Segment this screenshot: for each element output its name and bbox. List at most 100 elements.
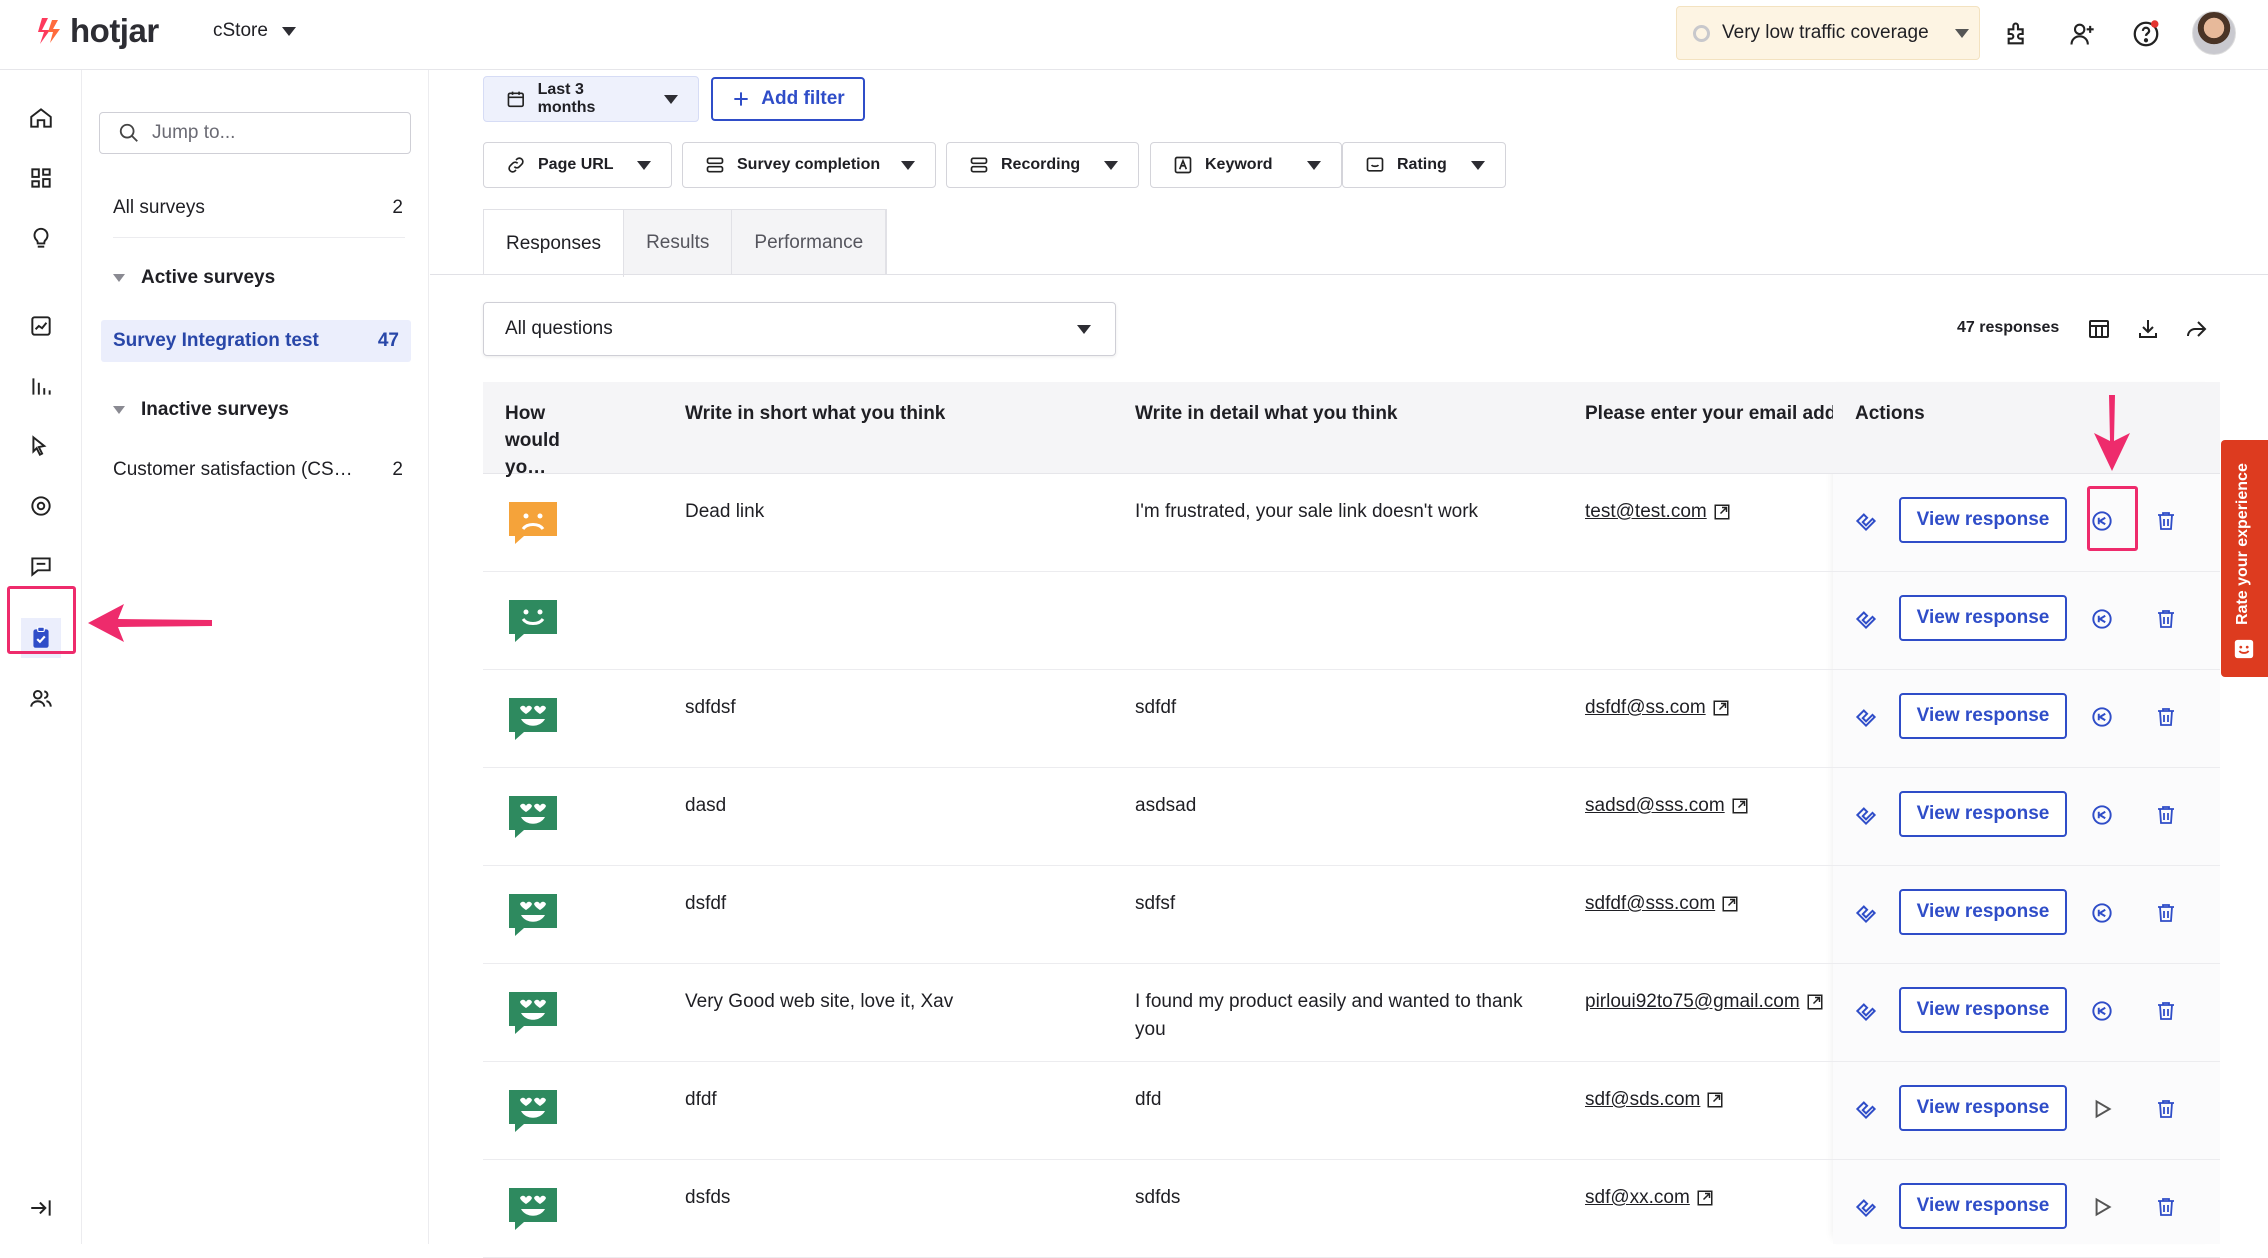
table-row[interactable]: dfdf dfd sdf@sds.com View response [483,1062,2220,1160]
rewatch-recording-icon[interactable] [2087,800,2117,830]
sidebar-item-all-surveys[interactable]: All surveys 2 [113,197,403,219]
table-row[interactable]: dasd asdsad sadsd@sss.com View response [483,768,2220,866]
tab-performance[interactable]: Performance [732,210,887,275]
highlight-response-icon[interactable] [1851,996,1881,1026]
table-row[interactable]: Very Good web site, love it, Xav I found … [483,964,2220,1062]
email-text: sadsd@sss.com [1585,795,1725,816]
view-response-button[interactable]: View response [1899,791,2067,837]
highlight-response-icon[interactable] [1851,1094,1881,1124]
view-tabs: Responses Results Performance [483,209,888,277]
add-filter-button[interactable]: Add filter [711,77,865,121]
play-recording-icon[interactable] [2087,1094,2117,1124]
rewatch-recording-icon[interactable] [2087,702,2117,732]
delete-icon[interactable] [2151,1192,2181,1222]
collapse-sidebar-icon[interactable] [21,1188,61,1228]
tab-responses[interactable]: Responses [484,210,625,277]
highlight-response-icon[interactable] [1851,800,1881,830]
delete-icon[interactable] [2151,800,2181,830]
email-link[interactable]: test@test.com [1585,498,1731,526]
feedback-icon[interactable] [21,546,61,586]
puzzle-icon[interactable] [2000,16,2036,52]
table-row[interactable]: dsfds sdfds sdf@xx.com View response [483,1160,2220,1258]
hotjar-logo[interactable]: hotjar [36,12,159,50]
keyword-filter[interactable]: Keyword [1150,142,1342,188]
home-icon[interactable] [21,98,61,138]
tab-results[interactable]: Results [624,210,733,275]
email-link[interactable]: sdf@sds.com [1585,1086,1724,1114]
add-user-icon[interactable] [2064,16,2100,52]
rating-face-icon [506,793,560,839]
rating-filter[interactable]: Rating [1342,142,1506,188]
help-icon[interactable] [2128,16,2164,52]
view-response-button[interactable]: View response [1899,693,2067,739]
jump-to-input[interactable]: Jump to... [99,112,411,154]
download-icon[interactable] [2133,314,2163,344]
table-row[interactable]: sdfdsf sdfdf dsfdf@ss.com View response [483,670,2220,768]
dashboard-icon[interactable] [21,158,61,198]
lightbulb-icon[interactable] [21,218,61,258]
view-response-button[interactable]: View response [1899,1183,2067,1229]
email-link[interactable]: sdf@xx.com [1585,1184,1714,1212]
email-link[interactable]: sdfdf@sss.com [1585,890,1739,918]
rating-face-icon [506,1185,560,1231]
trends-icon[interactable] [21,306,61,346]
surveys-sidebar: Jump to... All surveys 2 Active surveys … [83,70,429,1244]
view-response-button[interactable]: View response [1899,889,2067,935]
highlight-response-icon[interactable] [1851,702,1881,732]
external-link-icon [1714,504,1730,520]
external-link-icon [1707,1092,1723,1108]
highlight-response-icon[interactable] [1851,506,1881,536]
delete-icon[interactable] [2151,996,2181,1026]
highlight-response-icon[interactable] [1851,1192,1881,1222]
survey-completion-filter[interactable]: Survey completion [682,142,936,188]
email-link[interactable]: sadsd@sss.com [1585,792,1749,820]
table-row[interactable]: Dead link I'm frustrated, your sale link … [483,474,2220,572]
delete-icon[interactable] [2151,898,2181,928]
share-icon[interactable] [2181,314,2211,344]
arrow-annotation-icon [2094,395,2130,471]
traffic-label: Very low traffic coverage [1722,22,1929,43]
table-row[interactable]: View response [483,572,2220,670]
delete-icon[interactable] [2151,506,2181,536]
columns-icon[interactable] [2084,314,2114,344]
avatar[interactable] [2192,11,2236,55]
external-link-icon [1732,798,1748,814]
engage-icon[interactable] [21,486,61,526]
users-icon[interactable] [21,678,61,718]
recording-filter[interactable]: Recording [946,142,1139,188]
question-select[interactable]: All questions [483,302,1116,356]
recordings-icon[interactable] [21,426,61,466]
page-url-filter[interactable]: Page URL [483,142,672,188]
heatmaps-icon[interactable] [21,366,61,406]
view-response-button[interactable]: View response [1899,1085,2067,1131]
sidebar-item-label: Survey Integration test [113,330,319,351]
active-surveys-group[interactable]: Active surveys [113,267,275,289]
play-recording-icon[interactable] [2087,1192,2117,1222]
delete-icon[interactable] [2151,702,2181,732]
icon-rail [0,70,82,1244]
highlight-response-icon[interactable] [1851,604,1881,634]
chevron-down-icon [1954,28,1969,38]
email-link[interactable]: pirloui92to75@gmail.com [1585,988,1824,1016]
short-answer: dfdf [685,1089,717,1110]
rewatch-recording-icon[interactable] [2087,996,2117,1026]
email-link[interactable]: dsfdf@ss.com [1585,694,1730,722]
site-selector[interactable]: cStore [213,20,296,42]
delete-icon[interactable] [2151,604,2181,634]
traffic-coverage-dropdown[interactable]: Very low traffic coverage [1676,6,1980,60]
sidebar-item-customer-satisfaction[interactable]: Customer satisfaction (CS… 2 [113,459,403,481]
date-range-dropdown[interactable]: Last 3 months [483,76,699,122]
rewatch-recording-icon[interactable] [2087,898,2117,928]
rewatch-recording-icon[interactable] [2087,604,2117,634]
table-row[interactable]: dsfdf sdfsf sdfdf@sss.com View response [483,866,2220,964]
group-label: Active surveys [141,267,276,288]
jump-placeholder: Jump to... [152,122,236,143]
sidebar-item-survey-integration-test[interactable]: Survey Integration test 47 [101,320,411,362]
view-response-button[interactable]: View response [1899,987,2067,1033]
inactive-surveys-group[interactable]: Inactive surveys [113,399,289,421]
view-response-button[interactable]: View response [1899,497,2067,543]
view-response-button[interactable]: View response [1899,595,2067,641]
delete-icon[interactable] [2151,1094,2181,1124]
detail-answer: sdfsf [1135,893,1176,914]
highlight-response-icon[interactable] [1851,898,1881,928]
